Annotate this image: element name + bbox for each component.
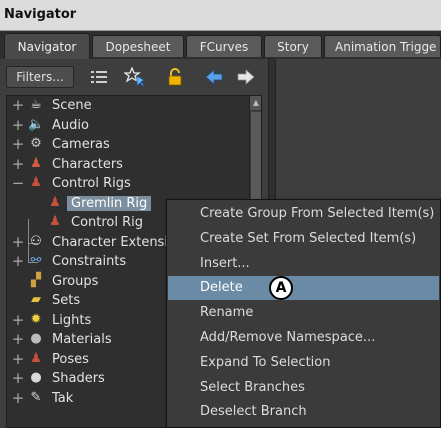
tree-item-label: Materials: [52, 332, 112, 347]
navigator-toolbar: Filters...: [0, 59, 268, 95]
list-view-icon[interactable]: [89, 67, 109, 87]
menu-item-create-set[interactable]: Create Set From Selected Item(s): [168, 227, 439, 251]
expand-icon[interactable]: +: [11, 390, 25, 405]
menu-item-deselect-branch[interactable]: Deselect Branch: [168, 400, 439, 424]
star-pointer-icon[interactable]: [123, 66, 145, 87]
group-icon: ▞: [31, 272, 41, 288]
tree-item-label: Characters: [52, 156, 123, 172]
tab-navigator[interactable]: Navigator: [4, 33, 90, 59]
control-rig-icon: ♟: [30, 175, 42, 190]
tree-item-scene[interactable]: + ☕ Scene: [7, 96, 247, 115]
character-icon: ♟: [30, 155, 42, 171]
menu-item-rename[interactable]: Rename: [168, 301, 439, 325]
tab-fcurves[interactable]: FCurves: [186, 35, 262, 57]
callout-marker: A: [269, 276, 293, 300]
expand-icon[interactable]: +: [11, 117, 25, 132]
tree-item-label: Control Rig: [71, 215, 144, 230]
rig-icon: ♟: [49, 214, 61, 229]
tree-item-label: Tak: [52, 390, 74, 406]
tree-item-label: Scene: [52, 98, 92, 113]
expand-icon[interactable]: +: [11, 156, 25, 171]
padlock-icon[interactable]: [165, 67, 185, 87]
shader-icon: ●: [30, 370, 42, 385]
menu-item-create-group[interactable]: Create Group From Selected Item(s): [168, 202, 439, 226]
character-extension-icon: ⚇: [30, 233, 42, 249]
context-menu: Create Group From Selected Item(s) Creat…: [166, 199, 441, 428]
constraint-icon: ⚯: [30, 253, 42, 268]
expand-icon[interactable]: +: [11, 312, 25, 327]
tree-item-label: Control Rigs: [52, 176, 131, 191]
tree-item-label: Lights: [52, 312, 92, 328]
expand-icon[interactable]: +: [11, 234, 25, 249]
expand-icon[interactable]: +: [11, 371, 25, 386]
menu-item-add-remove-namespace[interactable]: Add/Remove Namespace...: [168, 326, 439, 350]
folder-icon: ▰: [31, 292, 41, 307]
scroll-up-icon[interactable]: ▲: [250, 96, 261, 110]
camera-icon: ⚙: [30, 136, 42, 151]
tab-dopesheet[interactable]: Dopesheet: [92, 35, 184, 57]
filters-button[interactable]: Filters...: [6, 66, 74, 88]
tree-item-label: Sets: [52, 293, 81, 308]
menu-item-expand-to-selection[interactable]: Expand To Selection: [168, 351, 439, 375]
tree-item-cameras[interactable]: + ⚙ Cameras: [7, 135, 247, 154]
arrow-left-icon[interactable]: [204, 67, 224, 87]
teapot-icon: ☕: [30, 97, 42, 112]
tree-item-label: Gremlin Rig: [67, 195, 152, 211]
tab-animation-trigger[interactable]: Animation Trigge: [324, 35, 441, 57]
expand-icon[interactable]: +: [11, 98, 25, 113]
menu-item-select-branches[interactable]: Select Branches: [168, 376, 439, 400]
tree-item-audio[interactable]: + 🔈 Audio: [7, 116, 247, 135]
tree-item-label: Shaders: [52, 371, 105, 386]
tree-item-label: Character Extensio: [52, 234, 176, 250]
tree-item-characters[interactable]: + ♟ Characters: [7, 155, 247, 174]
tree-item-control-rigs[interactable]: − ♟ Control Rigs: [7, 174, 247, 193]
window-title: Navigator: [4, 7, 77, 22]
menu-item-delete[interactable]: Delete: [168, 276, 439, 300]
rig-icon: ♟: [49, 194, 61, 210]
title-bar: Navigator: [0, 0, 441, 31]
tree-item-label: Audio: [52, 117, 89, 133]
arrow-right-icon[interactable]: [236, 67, 256, 87]
menu-item-insert[interactable]: Insert...: [168, 252, 439, 276]
tree-item-label: Groups: [52, 273, 99, 289]
tree-item-label: Constraints: [52, 254, 127, 269]
tab-bar: Navigator Dopesheet FCurves Story Animat…: [0, 31, 441, 59]
take-icon: ✎: [30, 389, 42, 405]
collapse-icon[interactable]: −: [11, 176, 25, 191]
light-icon: ✹: [30, 311, 42, 327]
pose-icon: ♟: [30, 350, 42, 366]
expand-icon[interactable]: +: [11, 137, 25, 152]
tree-item-label: Cameras: [52, 137, 110, 152]
tree-item-label: Poses: [52, 351, 89, 367]
expand-icon[interactable]: +: [11, 254, 25, 269]
speaker-icon: 🔈: [28, 116, 45, 132]
expand-icon[interactable]: +: [11, 332, 25, 347]
expand-icon[interactable]: +: [11, 351, 25, 366]
tab-story[interactable]: Story: [264, 35, 322, 57]
material-icon: ●: [30, 331, 42, 346]
